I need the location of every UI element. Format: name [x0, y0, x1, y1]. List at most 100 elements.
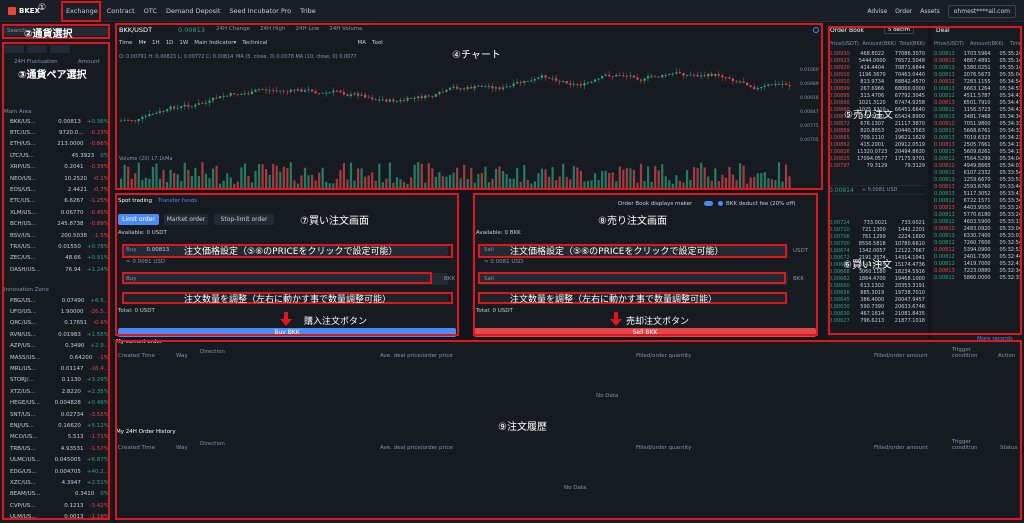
pair-row[interactable]: BEAM/US... 0.3410 0%: [0, 489, 113, 500]
pair-row[interactable]: BCH/US... 245.8738 -0.89%: [0, 219, 113, 230]
pair-row[interactable]: EDG/US... 0.004705 +40.2...: [0, 466, 113, 477]
sell-amount-slider[interactable]: [480, 293, 788, 303]
pair-row[interactable]: AZP/US... 0.3490 +2.9...: [0, 341, 113, 352]
col-amount[interactable]: Amount: [78, 59, 100, 65]
bid-row[interactable]: 0.00662 1864.4700 19468.1000: [829, 275, 925, 282]
pair-row[interactable]: SNT/US... 0.02734 -3.55%: [0, 409, 113, 420]
pair-row[interactable]: LTC/US... 45.3923 0%: [0, 150, 113, 161]
buy-amount-slider[interactable]: [122, 293, 448, 303]
pair-row[interactable]: TRX/US... 0.01550 +0.78%: [0, 241, 113, 252]
ask-row[interactable]: 0.00826 11320.0723 20494.8630: [829, 148, 925, 155]
pair-row[interactable]: MRL/US... 0.01147 -16.4...: [0, 363, 113, 374]
ask-row[interactable]: 0.00875 400.0000 65424.8900: [829, 113, 925, 120]
pair-row[interactable]: ULM/US... 0.0013 -1.18%: [0, 511, 113, 522]
pair-row[interactable]: HEGE/US... 0.004828 +0.48%: [0, 398, 113, 409]
pair-row[interactable]: TRB/US... 4.93531 -1.57%: [0, 443, 113, 454]
candlestick-chart[interactable]: 0.01060 0.00989 0.00918 0.00847 0.00775 0.007…: [116, 61, 823, 188]
sell-price-input[interactable]: Sell: [480, 244, 788, 256]
ask-row[interactable]: 0.00920 414.4404 70871.6844: [829, 64, 925, 71]
pair-row[interactable]: MASS/US... 0.64200 -1%: [0, 352, 113, 363]
nav-order[interactable]: Order: [895, 8, 912, 15]
pair-row[interactable]: BTC/US... 9720.0... -0.23%: [0, 127, 113, 138]
pair-row[interactable]: BKK/US... 0.00813 +0.36%: [0, 116, 113, 127]
pair-row[interactable]: ETC/US... 6.6267 -1.25%: [0, 196, 113, 207]
ask-row[interactable]: 0.00923 5444.0000 76572.5048: [829, 57, 925, 64]
currency-tab[interactable]: [4, 45, 24, 53]
maker-toggle[interactable]: [704, 201, 713, 206]
bid-row[interactable]: 0.00627 796.6213 21877.1018: [829, 317, 925, 324]
sell-amount-input[interactable]: Sell: [480, 273, 788, 285]
bid-row[interactable]: 0.00710 721.1300 1442.2201: [829, 226, 925, 233]
pair-row[interactable]: XLM/US... 0.06770 -0.45%: [0, 207, 113, 218]
pair-row[interactable]: XTZ/US... 2.8220 +2.35%: [0, 386, 113, 397]
pair-row[interactable]: EOS/US... 2.4421 -0.7%: [0, 184, 113, 195]
currency-tab[interactable]: [50, 45, 70, 53]
nav-otc[interactable]: OTC: [144, 7, 157, 15]
technical[interactable]: Technical: [242, 40, 267, 46]
main-indicator[interactable]: Main Indicator▾: [194, 40, 236, 46]
pair-row[interactable]: QRC/US... 0.17651 -0.6%: [0, 318, 113, 329]
ask-row[interactable]: 0.00895 313.4706 67792.3045: [829, 92, 925, 99]
pair-row[interactable]: ZEC/US... 48.66 +0.91%: [0, 253, 113, 264]
interval-1h[interactable]: 1H: [152, 40, 160, 46]
interval-minute[interactable]: M▾: [138, 40, 146, 46]
bid-row[interactable]: 0.00724 733.0021 733.0021: [829, 219, 925, 226]
ask-row[interactable]: 0.00862 415.2001 20912.0519: [829, 141, 925, 148]
pair-row[interactable]: ULMC/US... 0.045005 +6.87%: [0, 454, 113, 465]
bid-row[interactable]: 0.00630 590.7390 20633.6746: [829, 303, 925, 310]
bid-row[interactable]: 0.00645 386.4000 20047.9457: [829, 296, 925, 303]
nav-demand-deposit[interactable]: Demand Deposit: [166, 7, 220, 15]
pair-row[interactable]: XRP/US... 0.2041 -0.39%: [0, 162, 113, 173]
buy-button[interactable]: Buy BKK: [118, 328, 456, 337]
ask-row[interactable]: 0.00930 468.8022 77086.3070: [829, 50, 925, 57]
tab-transfer-funds[interactable]: Transfer funds: [158, 198, 197, 204]
tab-spot-trading[interactable]: Spot trading: [118, 198, 152, 204]
nav-contract[interactable]: Contract: [107, 7, 135, 15]
ask-row[interactable]: 0.00890 1021.3120 67474.9258: [829, 99, 925, 106]
ask-row[interactable]: 0.00797 79.3129 79.3129: [829, 162, 925, 169]
interval-1w[interactable]: 1W: [179, 40, 188, 46]
nav-tribe[interactable]: Tribe: [300, 7, 316, 15]
bid-row[interactable]: 0.00656 885.3019 19738.7010: [829, 289, 925, 296]
bid-row[interactable]: 0.00706 761.1299 2224.1600: [829, 233, 925, 240]
sell-button[interactable]: Sell BKK: [474, 328, 816, 337]
depth-select[interactable]: 5 decim: [884, 26, 915, 34]
pair-row[interactable]: STORJ/... 0.1130 +3.29%: [0, 375, 113, 386]
pair-row[interactable]: NEO/US... 10.2520 -0.1%: [0, 173, 113, 184]
stop-limit-order-tab[interactable]: Stop-limit order: [214, 214, 274, 225]
ask-row[interactable]: 0.00825 17094.0577 17175.9701: [829, 155, 925, 162]
search-input[interactable]: Search: [4, 27, 108, 36]
nav-assets[interactable]: Assets: [920, 8, 940, 15]
ask-row[interactable]: 0.00872 676.1307 21117.3870: [829, 120, 925, 127]
pair-row[interactable]: UFO/US... 1.90000 -26.5...: [0, 306, 113, 317]
ask-row[interactable]: 0.00869 820.8653 20440.3563: [829, 127, 925, 134]
interval-1d[interactable]: 1D: [166, 40, 174, 46]
nav-seed-incubator[interactable]: Seed Incubator Pro: [229, 7, 291, 15]
pair-row[interactable]: PBG/US... 0.07490 +6.5...: [0, 295, 113, 306]
pair-row[interactable]: DASH/US... 76.94 +1.24%: [0, 264, 113, 275]
market-order-tab[interactable]: Market order: [164, 214, 208, 225]
bid-row[interactable]: 0.00700 8556.5818 10780.6610: [829, 240, 925, 247]
bid-row[interactable]: 0.00672 2191.3574 14314.1041: [829, 254, 925, 261]
buy-amount-input[interactable]: Buy: [122, 273, 448, 285]
buy-price-input[interactable]: Buy 0.00813: [122, 244, 448, 256]
currency-tab[interactable]: [27, 45, 47, 53]
bid-row[interactable]: 0.00630 467.1614 21081.8435: [829, 310, 925, 317]
tool[interactable]: Tool: [372, 40, 383, 46]
bid-row[interactable]: 0.00668 3060.1180 18234.5916: [829, 268, 925, 275]
pair-row[interactable]: BSV/US... 200.5038 -1.5%: [0, 230, 113, 241]
bid-row[interactable]: 0.00670 3142.3435 15174.4736: [829, 261, 925, 268]
pair-row[interactable]: MCO/US... 5.513 -1.71%: [0, 432, 113, 443]
ask-row[interactable]: 0.00910 813.9734 68842.4570: [829, 78, 925, 85]
interval-time[interactable]: Time: [119, 40, 132, 46]
ask-row[interactable]: 0.00865 709.1110 19621.1629: [829, 134, 925, 141]
limit-order-tab[interactable]: Limit order: [118, 214, 159, 225]
pair-row[interactable]: ETH/US... 213.0000 -0.86%: [0, 139, 113, 150]
bid-row[interactable]: 0.00660 613.1302 20353.3191: [829, 282, 925, 289]
logo[interactable]: BKEX: [8, 6, 40, 15]
account-email[interactable]: ohmest****ail.com: [947, 5, 1016, 18]
pair-row[interactable]: ENJ/US... 0.16620 +5.12%: [0, 420, 113, 431]
deduct-radio-icon[interactable]: [718, 201, 723, 206]
ask-row[interactable]: 0.00899 267.6966 68060.0000: [829, 85, 925, 92]
ma-toggle[interactable]: MA: [358, 40, 367, 46]
